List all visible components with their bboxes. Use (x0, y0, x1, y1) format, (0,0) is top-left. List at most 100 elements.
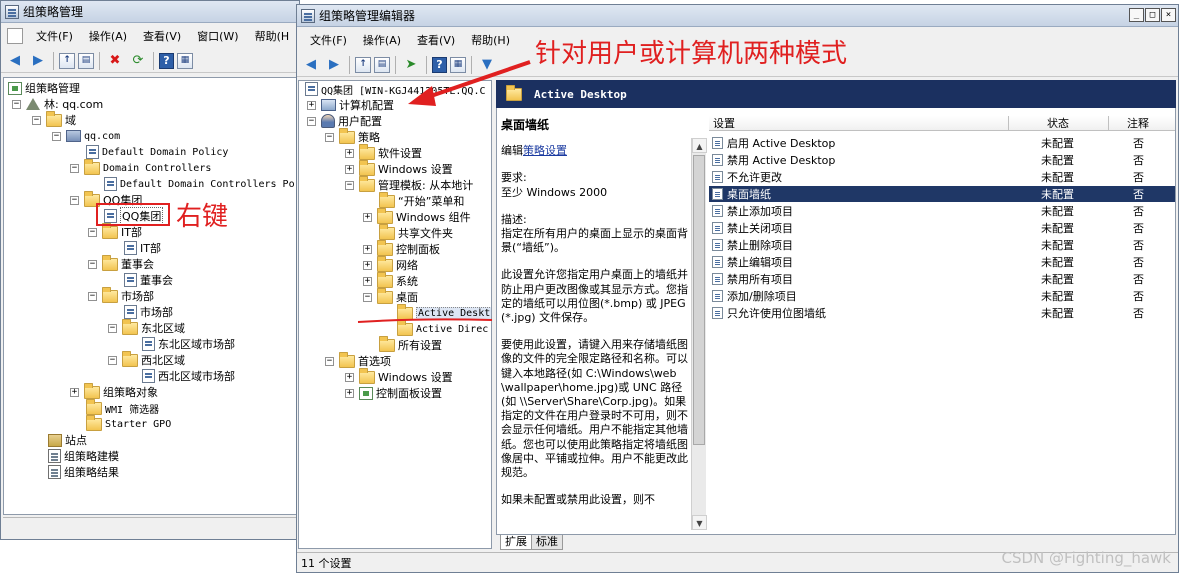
delete-icon[interactable]: ✖ (105, 52, 125, 70)
tree-windows-settings[interactable]: + Windows 设置 (345, 159, 453, 177)
properties-icon[interactable]: ▦ (177, 52, 193, 69)
table-row[interactable]: 禁用所有项目 未配置 否 (709, 271, 1175, 287)
tree-pref-windows-settings[interactable]: + Windows 设置 (345, 367, 453, 385)
tree-board-gpo[interactable]: 董事会 (124, 272, 173, 288)
expand-icon[interactable]: + (345, 164, 354, 174)
tree-active-desktop[interactable]: Active Deskt (397, 303, 491, 321)
collapse-icon[interactable]: − (70, 195, 79, 205)
tab-standard[interactable]: 标准 (531, 535, 563, 550)
tree-preferences[interactable]: − 首选项 (325, 351, 391, 369)
collapse-icon[interactable]: − (70, 163, 79, 173)
up-folder-icon[interactable]: ↑ (59, 52, 75, 69)
gpmc-titlebar[interactable]: 组策略管理 (1, 1, 299, 23)
expand-icon[interactable]: + (363, 260, 372, 270)
scroll-down-icon[interactable]: ▼ (692, 515, 707, 530)
expand-icon[interactable]: + (363, 276, 372, 286)
tree-domains[interactable]: − 域 (32, 110, 76, 128)
table-row[interactable]: 不允许更改 未配置 否 (709, 169, 1175, 185)
tree-system[interactable]: + 系统 (363, 271, 418, 289)
column-state[interactable]: 状态 (1009, 116, 1109, 131)
forward-arrow-icon[interactable]: ▶ (324, 56, 344, 74)
tree-user-config[interactable]: − 用户配置 (307, 113, 382, 129)
tree-desktop[interactable]: − 桌面 (363, 287, 418, 305)
table-row[interactable]: 禁止删除项目 未配置 否 (709, 237, 1175, 253)
collapse-icon[interactable]: − (52, 131, 61, 141)
collapse-icon[interactable]: − (345, 180, 354, 190)
tree-all-settings[interactable]: 所有设置 (379, 335, 442, 353)
table-row[interactable]: 禁止关闭项目 未配置 否 (709, 220, 1175, 236)
tab-extended[interactable]: 扩展 (500, 535, 532, 550)
tree-control-panel[interactable]: + 控制面板 (363, 239, 440, 257)
menu-action[interactable]: 操作(A) (82, 26, 134, 46)
tree-results[interactable]: 组策略结果 (48, 464, 119, 480)
collapse-icon[interactable]: − (32, 115, 41, 125)
menu-file[interactable]: 文件(F) (29, 26, 80, 46)
menu-help[interactable]: 帮助(H (248, 26, 297, 46)
tree-gpo-root[interactable]: QQ集团 [WIN-KGJ441205TL.QQ.C (305, 81, 486, 97)
edit-policy-link[interactable]: 策略设置 (523, 144, 567, 157)
table-row[interactable]: 添加/删除项目 未配置 否 (709, 288, 1175, 304)
tree-ne-gpo[interactable]: 东北区域市场部 (142, 336, 235, 352)
export-list-icon[interactable]: ➤ (401, 56, 421, 74)
tree-wmi-filters[interactable]: WMI 筛选器 (86, 398, 159, 416)
table-row[interactable]: 只允许使用位图墙纸 未配置 否 (709, 305, 1175, 321)
back-arrow-icon[interactable]: ◀ (5, 52, 25, 70)
gpme-titlebar[interactable]: 组策略管理编辑器 _ □ × (297, 5, 1178, 27)
menu-view[interactable]: 查看(V) (410, 30, 462, 50)
tree-it-gpo[interactable]: IT部 (124, 240, 161, 256)
tree-forest[interactable]: − 林: qq.com (12, 96, 103, 112)
collapse-icon[interactable]: − (88, 227, 97, 237)
expand-icon[interactable]: + (345, 148, 354, 158)
expand-icon[interactable]: + (70, 387, 79, 397)
tree-network[interactable]: + 网络 (363, 255, 418, 273)
table-row[interactable]: 启用 Active Desktop 未配置 否 (709, 135, 1175, 151)
tree-default-domain-policy[interactable]: Default Domain Policy (86, 144, 228, 160)
tree-gpo-objects[interactable]: + 组策略对象 (70, 382, 158, 400)
tree-shared-folders[interactable]: 共享文件夹 (379, 223, 453, 241)
scroll-thumb[interactable] (693, 155, 705, 445)
column-note[interactable]: 注释 (1109, 116, 1175, 131)
expand-icon[interactable]: + (363, 212, 372, 222)
close-icon[interactable]: × (1161, 8, 1176, 22)
filter-icon[interactable]: ▼ (477, 56, 497, 74)
expand-icon[interactable]: + (363, 244, 372, 254)
tree-computer-config[interactable]: + 计算机配置 (307, 97, 394, 113)
up-folder-icon[interactable]: ↑ (355, 56, 371, 73)
tree-active-directory[interactable]: Active Direc (397, 319, 488, 337)
tree-root[interactable]: 组策略管理 (8, 80, 80, 96)
show-hide-tree-icon[interactable]: ▤ (78, 52, 94, 69)
menu-view[interactable]: 查看(V) (136, 26, 188, 46)
tree-nw-gpo[interactable]: 西北区域市场部 (142, 368, 235, 384)
tree-admin-templates[interactable]: − 管理模板: 从本地计 (345, 175, 473, 193)
expand-icon[interactable]: + (307, 100, 316, 110)
tree-software[interactable]: + 软件设置 (345, 143, 422, 161)
collapse-icon[interactable]: − (108, 355, 117, 365)
table-row[interactable]: 桌面墙纸 未配置 否 (709, 186, 1175, 202)
tree-policies[interactable]: − 策略 (325, 127, 380, 145)
forward-arrow-icon[interactable]: ▶ (28, 52, 48, 70)
menu-action[interactable]: 操作(A) (356, 30, 408, 50)
tree-pref-control-panel[interactable]: + 控制面板设置 (345, 385, 442, 401)
tree-modeling[interactable]: 组策略建模 (48, 448, 119, 464)
help-icon[interactable]: ? (159, 52, 174, 69)
table-row[interactable]: 禁止添加项目 未配置 否 (709, 203, 1175, 219)
properties-icon[interactable]: ▦ (450, 56, 466, 73)
tree-start-menu[interactable]: “开始”菜单和 (379, 191, 464, 209)
description-scrollbar[interactable]: ▲ ▼ (691, 138, 707, 530)
menu-window[interactable]: 窗口(W) (190, 26, 245, 46)
tree-board-ou[interactable]: − 董事会 (88, 254, 154, 272)
tree-market-ou[interactable]: − 市场部 (88, 286, 154, 304)
collapse-icon[interactable]: − (307, 116, 316, 126)
tree-sites[interactable]: 站点 (48, 432, 87, 448)
scroll-up-icon[interactable]: ▲ (692, 138, 707, 153)
menu-file[interactable]: 文件(F) (303, 30, 354, 50)
collapse-icon[interactable]: − (325, 356, 334, 366)
help-icon[interactable]: ? (432, 56, 447, 73)
collapse-icon[interactable]: − (363, 292, 372, 302)
system-menu-icon[interactable] (7, 28, 23, 44)
tree-windows-components[interactable]: + Windows 组件 (363, 207, 471, 225)
expand-icon[interactable]: + (345, 388, 354, 398)
tree-market-gpo[interactable]: 市场部 (124, 304, 173, 320)
collapse-icon[interactable]: − (88, 259, 97, 269)
collapse-icon[interactable]: − (108, 323, 117, 333)
